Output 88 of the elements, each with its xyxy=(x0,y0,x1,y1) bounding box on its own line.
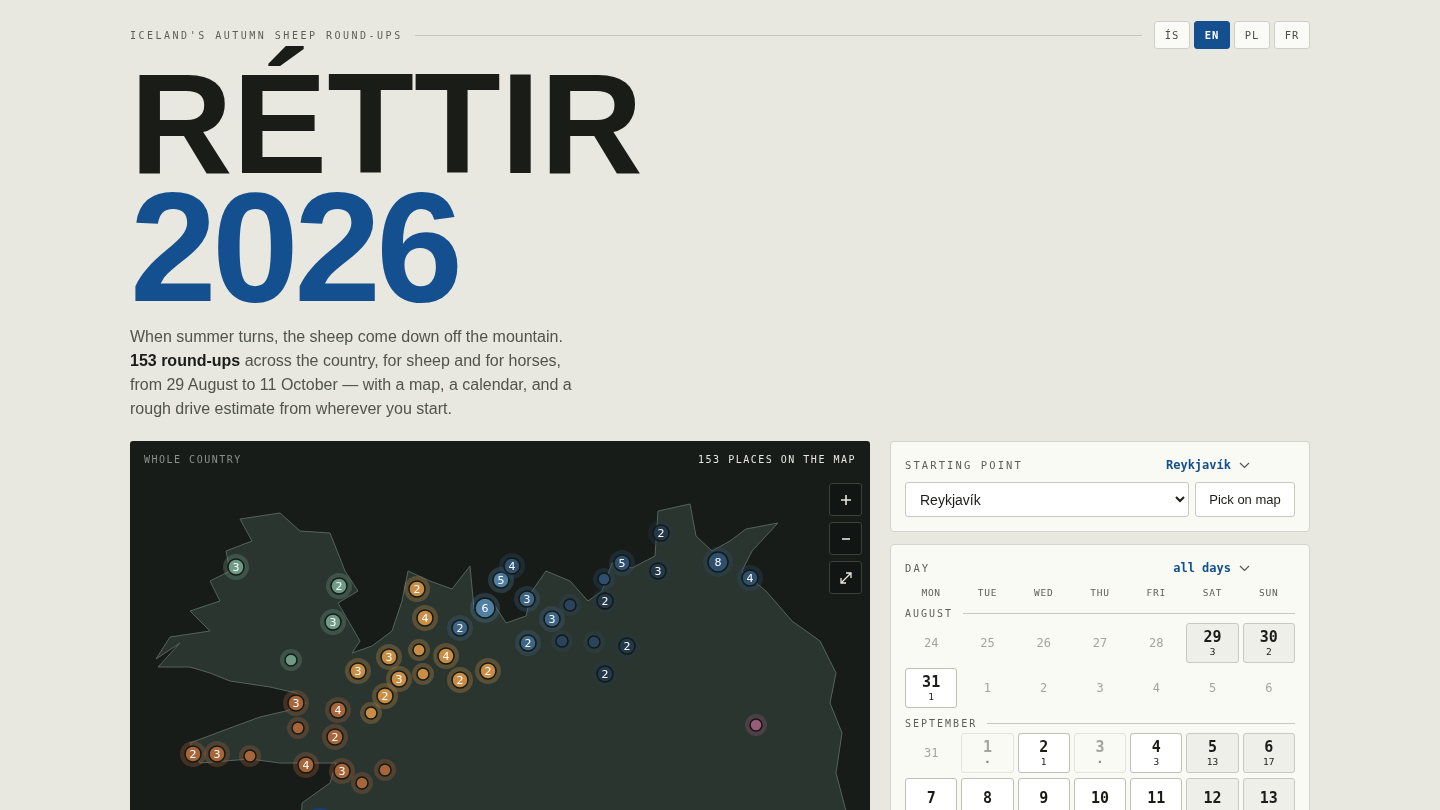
map-marker[interactable] xyxy=(583,631,605,653)
month-label: AUGUST xyxy=(905,608,954,619)
map-marker[interactable] xyxy=(559,594,581,616)
calendar-day[interactable]: 31 1 xyxy=(905,668,958,708)
chevron-down-icon xyxy=(1239,564,1250,572)
calendar-day[interactable]: 9 xyxy=(1017,778,1070,810)
calendar-day[interactable]: 7 xyxy=(905,778,958,810)
weekday-label: TUE xyxy=(976,587,999,598)
map-marker[interactable]: 4 xyxy=(325,697,351,723)
calendar-day[interactable]: 12 xyxy=(1186,778,1239,810)
outside-day: 25 xyxy=(961,623,1014,663)
map-marker[interactable]: 2 xyxy=(322,724,348,750)
map-marker[interactable]: 3 xyxy=(204,741,230,767)
map-marker[interactable]: 5 xyxy=(609,550,635,576)
calendar-day[interactable]: 8 xyxy=(961,778,1014,810)
language-tab[interactable]: EN xyxy=(1194,21,1230,49)
weekday-label: SAT xyxy=(1201,587,1224,598)
map-marker[interactable]: 3 xyxy=(329,758,355,784)
map-marker[interactable] xyxy=(593,568,615,590)
language-tab[interactable]: FR xyxy=(1274,21,1310,49)
places-count: 153 PLACES ON THE MAP xyxy=(698,454,856,465)
map-marker[interactable]: 3 xyxy=(645,558,671,584)
calendar-day[interactable]: 30 2 xyxy=(1242,623,1295,663)
outside-day: 28 xyxy=(1130,623,1183,663)
map-marker[interactable]: 4 xyxy=(737,565,763,591)
outside-day: 1 xyxy=(961,668,1014,708)
language-tab[interactable]: ÍS xyxy=(1154,21,1190,49)
day-label: DAY xyxy=(905,562,931,574)
calendar-day[interactable]: 13 xyxy=(1242,778,1295,810)
map-marker[interactable]: 3 xyxy=(283,690,309,716)
calendar-day[interactable]: 2 1 xyxy=(1017,733,1070,773)
map-marker[interactable]: 4 xyxy=(293,752,319,778)
map-marker[interactable]: 2 xyxy=(447,615,473,641)
site-kicker: ICELAND'S AUTUMN SHEEP ROUND-UPS xyxy=(130,29,403,41)
weekday-label: THU xyxy=(1089,587,1111,598)
starting-point-label: STARTING POINT xyxy=(905,459,1023,471)
calendar-day[interactable]: 10 xyxy=(1073,778,1127,810)
weekday-label: MON xyxy=(920,587,942,598)
map-marker[interactable] xyxy=(374,759,396,781)
map-marker[interactable]: 8 xyxy=(703,547,733,577)
language-tab[interactable]: PL xyxy=(1234,21,1270,49)
outside-day: 27 xyxy=(1073,623,1127,663)
outside-day: 26 xyxy=(1017,623,1070,663)
outside-day: 6 xyxy=(1242,668,1295,708)
outside-day: 31 xyxy=(905,733,958,773)
calendar-day[interactable]: 4 3 xyxy=(1130,733,1183,773)
plus-icon xyxy=(839,493,852,506)
calendar-day[interactable]: 29 3 xyxy=(1186,623,1239,663)
map-marker[interactable]: 2 xyxy=(648,520,674,546)
map-marker[interactable] xyxy=(408,639,430,661)
map-marker[interactable] xyxy=(745,714,767,736)
outside-day: 2 xyxy=(1017,668,1070,708)
map-marker[interactable] xyxy=(551,630,573,652)
calendar-day[interactable]: 11 xyxy=(1130,778,1183,810)
start-select[interactable]: Reykjavík xyxy=(905,482,1189,517)
map-marker[interactable] xyxy=(412,663,434,685)
map-marker[interactable] xyxy=(351,772,373,794)
day-filter-link[interactable]: all days xyxy=(1173,561,1250,575)
weekday-label: SUN xyxy=(1258,587,1280,598)
map-marker[interactable] xyxy=(239,745,261,767)
start-dropdown-link[interactable]: Reykjavík xyxy=(1165,458,1250,472)
map-marker[interactable]: 6 xyxy=(470,593,500,623)
map-marker[interactable] xyxy=(280,649,302,671)
zoom-in-button[interactable] xyxy=(829,483,862,516)
map-marker[interactable]: 3 xyxy=(539,606,565,632)
calendar-day[interactable]: 5 13 xyxy=(1186,733,1239,773)
expand-icon xyxy=(838,570,853,585)
map-marker[interactable] xyxy=(287,717,309,739)
weekday-label: WED xyxy=(1032,587,1055,598)
outside-day: 3 xyxy=(1073,668,1127,708)
map-marker[interactable]: 2 xyxy=(592,588,618,614)
chevron-down-icon xyxy=(1239,461,1250,469)
map-marker[interactable]: 2 xyxy=(180,741,206,767)
intro-paragraph: When summer turns, the sheep come down off the mountain. 153 round-ups across the country, for sheep and for horses, from 29 August to 11 October — with a map, a calendar, and a rough drive estimate from wherever you start. xyxy=(130,327,573,419)
fullscreen-button[interactable] xyxy=(829,561,862,594)
month-label: SEPTEMBER xyxy=(905,718,978,729)
outside-day: 5 xyxy=(1186,668,1239,708)
map-marker[interactable]: 3 xyxy=(514,586,540,612)
outside-day: 4 xyxy=(1130,668,1183,708)
map-marker[interactable] xyxy=(360,702,382,724)
map-marker[interactable]: 2 xyxy=(592,661,618,687)
outside-day: 24 xyxy=(905,623,958,663)
pick-on-map-button[interactable]: Pick on map xyxy=(1195,482,1295,517)
map-marker[interactable]: 2 xyxy=(614,633,640,659)
calendar-day[interactable]: 6 17 xyxy=(1242,733,1295,773)
map-marker[interactable]: 2 xyxy=(515,630,541,656)
map-region-label: WHOLE COUNTRY xyxy=(144,454,242,465)
weekday-label: FRI xyxy=(1145,587,1167,598)
